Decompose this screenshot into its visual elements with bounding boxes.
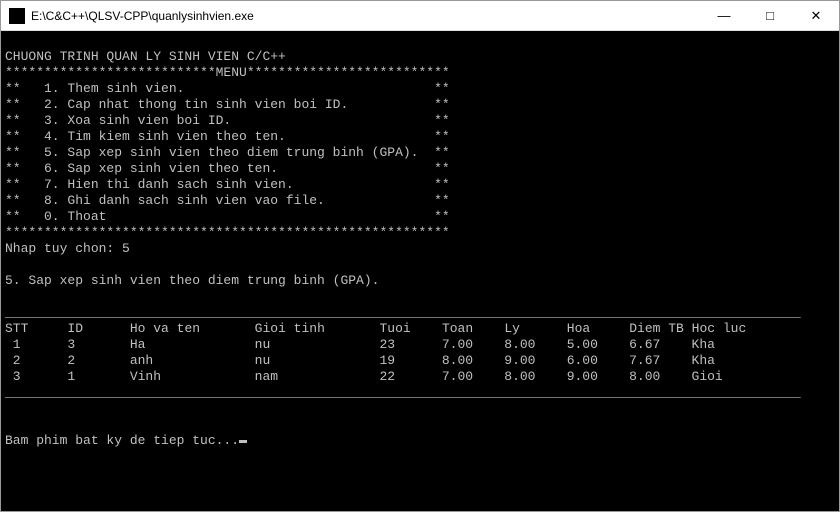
menu-item: ** 8. Ghi danh sach sinh vien vao file. … <box>5 193 450 208</box>
blank-line <box>5 401 13 416</box>
table-header: STT ID Ho va ten Gioi tinh Tuoi Toan Ly … <box>5 321 746 336</box>
window-title: E:\C&C++\QLSV-CPP\quanlysinhvien.exe <box>31 9 701 23</box>
console-output[interactable]: CHUONG TRINH QUAN LY SINH VIEN C/C++ ***… <box>1 31 839 511</box>
minimize-button[interactable]: — <box>701 1 747 31</box>
table-row: 1 3 Ha nu 23 7.00 8.00 5.00 6.67 Kha <box>5 337 715 352</box>
cursor-icon <box>239 440 247 443</box>
app-icon <box>9 8 25 24</box>
menu-item: ** 0. Thoat ** <box>5 209 450 224</box>
menu-item: ** 1. Them sinh vien. ** <box>5 81 450 96</box>
window-controls: — □ ✕ <box>701 1 839 31</box>
titlebar: E:\C&C++\QLSV-CPP\quanlysinhvien.exe — □… <box>1 1 839 31</box>
menu-item: ** 4. Tim kiem sinh vien theo ten. ** <box>5 129 450 144</box>
table-row: 3 1 Vinh nam 22 7.00 8.00 9.00 8.00 Gioi <box>5 369 723 384</box>
blank-line <box>5 257 13 272</box>
menu-item: ** 3. Xoa sinh vien boi ID. ** <box>5 113 450 128</box>
menu-item: ** 6. Sap xep sinh vien theo ten. ** <box>5 161 450 176</box>
console-window: E:\C&C++\QLSV-CPP\quanlysinhvien.exe — □… <box>0 0 840 512</box>
program-header: CHUONG TRINH QUAN LY SINH VIEN C/C++ <box>5 49 286 64</box>
continue-prompt: Bam phim bat ky de tiep tuc... <box>5 433 247 448</box>
menu-item: ** 7. Hien thi danh sach sinh vien. ** <box>5 177 450 192</box>
menu-item: ** 5. Sap xep sinh vien theo diem trung … <box>5 145 450 160</box>
menu-border-bottom: ****************************************… <box>5 225 450 240</box>
table-hr-top: ________________________________________… <box>5 305 801 320</box>
selected-action: 5. Sap xep sinh vien theo diem trung bin… <box>5 273 379 288</box>
input-prompt: Nhap tuy chon: 5 <box>5 241 130 256</box>
table-row: 2 2 anh nu 19 8.00 9.00 6.00 7.67 Kha <box>5 353 715 368</box>
close-button[interactable]: ✕ <box>793 1 839 31</box>
menu-item: ** 2. Cap nhat thong tin sinh vien boi I… <box>5 97 450 112</box>
blank-line <box>5 289 13 304</box>
table-hr-bottom: ________________________________________… <box>5 385 801 400</box>
blank-line <box>5 417 13 432</box>
maximize-button[interactable]: □ <box>747 1 793 31</box>
menu-border-top: ***************************MENU*********… <box>5 65 450 80</box>
